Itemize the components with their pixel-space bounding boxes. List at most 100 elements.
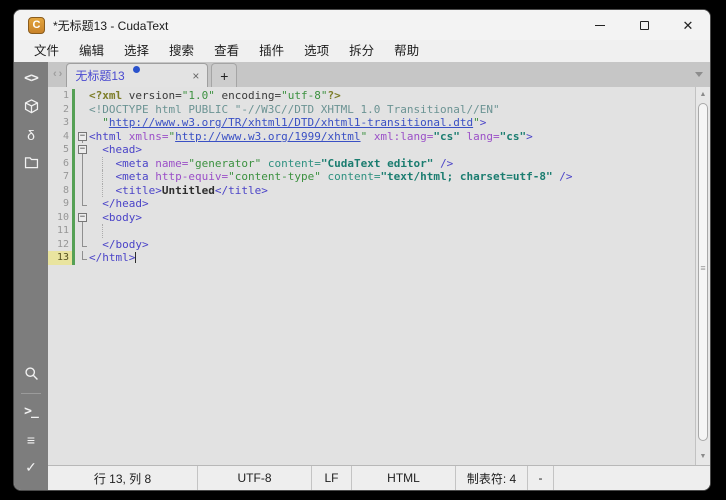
code-line[interactable]: 12 </body>: [48, 237, 695, 251]
code-line[interactable]: 4− <html xmlns="http://www.w3.org/1999/xh…: [48, 129, 695, 144]
code-text: <!DOCTYPE html PUBLIC "-//W3C//DTD XHTML…: [89, 102, 500, 116]
status-wrap[interactable]: -: [528, 466, 554, 490]
code-line[interactable]: 7 <meta http-equiv="content-type" conten…: [48, 170, 695, 184]
code-line[interactable]: 10− <body>: [48, 210, 695, 225]
line-number: 3: [62, 117, 69, 128]
status-lexer[interactable]: HTML: [352, 466, 456, 490]
code-text: <title>Untitled</title>: [89, 183, 695, 197]
line-number: 13: [48, 251, 72, 265]
tab-label: 无标题13: [75, 69, 125, 83]
titlebar: C *无标题13 - CudaText ✕: [14, 10, 710, 40]
tab-untitled13[interactable]: 无标题13 ×: [66, 63, 209, 87]
modified-change-bar: [72, 143, 75, 157]
code-text: <html xmlns="http://www.w3.org/1999/xhtm…: [89, 129, 533, 143]
modified-change-bar: [72, 116, 75, 130]
fold-end-marker: [76, 251, 89, 265]
fold-box-marker[interactable]: −: [76, 130, 89, 144]
line-number: 12: [56, 238, 69, 250]
maximize-button[interactable]: [622, 10, 666, 40]
status-encoding[interactable]: UTF-8: [198, 466, 312, 490]
tab-list-menu-button[interactable]: [695, 72, 710, 77]
menu-file[interactable]: 文件: [24, 40, 69, 62]
project-cube-icon[interactable]: [18, 95, 44, 118]
scroll-down-icon[interactable]: ▼: [696, 449, 710, 463]
fold-collapse-icon[interactable]: −: [78, 131, 87, 141]
menu-view[interactable]: 查看: [204, 40, 249, 62]
code-line[interactable]: 9 </head>: [48, 197, 695, 211]
code-text: </head>: [102, 197, 149, 210]
code-text: </body>: [102, 237, 149, 251]
tab-nav-right-icon[interactable]: ›: [59, 62, 63, 87]
code-line[interactable]: 3 "http://www.w3.org/TR/xhtml1/DTD/xhtml…: [48, 116, 695, 130]
modified-change-bar: [72, 102, 75, 116]
output-list-icon[interactable]: ≡: [18, 428, 44, 451]
status-tab-size[interactable]: 制表符: 4: [456, 466, 528, 490]
app-icon: C: [28, 16, 45, 34]
console-icon[interactable]: >_: [18, 400, 44, 423]
menu-plugins[interactable]: 插件: [249, 40, 294, 62]
indent-guide: [102, 224, 104, 238]
indent-guide: [102, 183, 104, 197]
snippets-delta-icon[interactable]: δ: [18, 123, 44, 146]
code-line[interactable]: 13 </html>: [48, 251, 695, 265]
scrollbar-thumb[interactable]: ≡: [698, 103, 708, 441]
menu-selection[interactable]: 选择: [114, 40, 159, 62]
tab-nav-left-icon[interactable]: ‹: [53, 62, 57, 87]
code-line[interactable]: 11: [48, 224, 695, 238]
tab-close-icon[interactable]: ×: [186, 69, 199, 83]
menu-search[interactable]: 搜索: [159, 40, 204, 62]
fold-line-marker: [76, 224, 89, 238]
line-number: 8: [62, 184, 69, 196]
code-text: </html>: [89, 251, 137, 264]
fold-box-marker[interactable]: −: [76, 143, 89, 157]
code-line[interactable]: 2 <!DOCTYPE html PUBLIC "-//W3C//DTD XHTM…: [48, 102, 695, 117]
line-number: 1: [62, 90, 69, 101]
window-title: *无标题13 - CudaText: [53, 18, 169, 33]
find-results-icon[interactable]: [18, 362, 44, 385]
close-button[interactable]: ✕: [666, 10, 710, 40]
line-number: 10: [56, 211, 69, 223]
modified-change-bar: [72, 89, 75, 103]
minimize-button[interactable]: [578, 10, 622, 40]
code-line[interactable]: 6 <meta name="generator" content="CudaTe…: [48, 156, 695, 171]
code-line[interactable]: 5− <head>: [48, 143, 695, 157]
minimize-icon: [595, 24, 605, 26]
modified-change-bar: [72, 237, 75, 251]
menu-edit[interactable]: 编辑: [69, 40, 114, 62]
tabs-panel-icon[interactable]: [18, 151, 44, 174]
code-text: <meta http-equiv="content-type" content=…: [89, 170, 695, 184]
fold-gutter: [76, 89, 89, 103]
fold-gutter: [76, 116, 89, 130]
vertical-scrollbar[interactable]: ▲ ≡ ▼: [695, 87, 710, 465]
statusbar-filler: [554, 466, 710, 490]
line-number: 11: [56, 225, 69, 236]
code-line[interactable]: 1 <?xml version="1.0" encoding="utf-8"?>: [48, 89, 695, 103]
code-line[interactable]: 8 <title>Untitled</title>: [48, 183, 695, 198]
code-editor[interactable]: 1 <?xml version="1.0" encoding="utf-8"?> 2…: [48, 87, 695, 465]
indent-guide: [102, 170, 104, 184]
fold-collapse-icon[interactable]: −: [78, 145, 87, 154]
code-text: <body>: [102, 210, 142, 224]
modified-change-bar: [72, 224, 75, 238]
code-tree-icon[interactable]: <>: [18, 67, 44, 90]
maximize-icon: [639, 20, 649, 30]
statusbar: 行 13, 列 8 UTF-8 LF HTML 制表符: 4-: [48, 465, 710, 490]
status-caret-position[interactable]: 行 13, 列 8: [48, 466, 198, 490]
text-caret: [135, 252, 137, 263]
cudatext-window: C *无标题13 - CudaText ✕ 文件 编辑 选择 搜索 查看 插件 选项 拆分 帮助…: [13, 9, 711, 491]
modified-change-bar: [72, 183, 75, 197]
modified-change-bar: [72, 129, 75, 143]
fold-collapse-icon[interactable]: −: [78, 212, 87, 222]
menu-help[interactable]: 帮助: [384, 40, 429, 62]
menu-options[interactable]: 选项: [294, 40, 339, 62]
fold-box-marker[interactable]: −: [76, 211, 89, 225]
fold-line-marker: [76, 183, 89, 198]
menu-split[interactable]: 拆分: [339, 40, 384, 62]
fold-gutter: [76, 103, 89, 117]
fold-line-marker: [76, 156, 89, 171]
code-text: "http://www.w3.org/TR/xhtml1/DTD/xhtml1-…: [89, 116, 487, 129]
scroll-up-icon[interactable]: ▲: [696, 87, 710, 101]
status-line-endings[interactable]: LF: [312, 466, 352, 490]
validate-check-icon[interactable]: ✓: [18, 456, 44, 479]
new-tab-button[interactable]: +: [211, 63, 238, 87]
